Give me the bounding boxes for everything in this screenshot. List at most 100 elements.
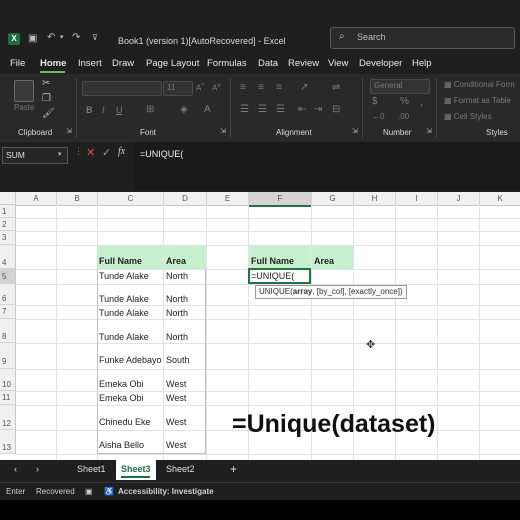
output-header-full-name[interactable]: Full Name	[249, 246, 311, 269]
copy-icon[interactable]: ❐	[42, 93, 51, 104]
conditional-formatting-button[interactable]: ▦ Conditional Form	[444, 80, 515, 89]
row-header-5[interactable]: 5	[0, 269, 16, 284]
column-header-k[interactable]: K	[480, 192, 520, 206]
table-cell-area[interactable]: North	[166, 294, 188, 304]
table-cell-area[interactable]: West	[166, 417, 186, 427]
table-cell-area[interactable]: West	[166, 379, 186, 389]
row-header-11[interactable]: 11	[0, 391, 16, 405]
formula-input[interactable]: =UNIQUE(	[133, 142, 520, 190]
top-align-icon[interactable]: ≡	[240, 82, 246, 93]
underline-icon[interactable]: U	[116, 105, 123, 115]
table-cell-area[interactable]: North	[166, 332, 188, 342]
undo-icon[interactable]: ↶	[47, 32, 55, 43]
worksheet-grid[interactable]: A B C D E F G H I J K 1 2 3 4 5 6 7 8 9 …	[0, 192, 520, 460]
outdent-icon[interactable]: ⇥	[314, 104, 322, 115]
decrease-font-icon[interactable]: Av	[212, 82, 221, 93]
tab-developer[interactable]: Developer	[359, 58, 402, 69]
fill-color-icon[interactable]: ◈	[180, 104, 188, 115]
table-cell-area[interactable]: North	[166, 308, 188, 318]
table-cell-area[interactable]: West	[166, 393, 186, 403]
accessibility-status[interactable]: Accessibility: Investigate	[118, 487, 214, 496]
table-header-full-name[interactable]: Full Name	[97, 246, 163, 269]
bottom-align-icon[interactable]: ≡	[276, 82, 282, 93]
select-all-corner[interactable]	[0, 192, 16, 205]
cell-styles-button[interactable]: ▦ Cell Styles	[444, 112, 492, 121]
column-header-e[interactable]: E	[207, 192, 249, 206]
number-format-select[interactable]: General	[370, 79, 430, 94]
row-header-7[interactable]: 7	[0, 305, 16, 319]
comma-style-icon[interactable]: ,	[420, 94, 423, 108]
undo-dropdown-icon[interactable]: ▾	[60, 33, 64, 41]
scroll-right-icon[interactable]: ›	[36, 464, 39, 474]
row-header-10[interactable]: 10	[0, 369, 16, 391]
table-cell-area[interactable]: North	[166, 271, 188, 281]
table-cell-name[interactable]: Aisha Bello	[99, 440, 144, 450]
row-header-12[interactable]: 12	[0, 405, 16, 430]
font-name-select[interactable]	[82, 81, 162, 96]
font-launcher-icon[interactable]: ⇲	[220, 127, 226, 135]
tab-page-layout[interactable]: Page Layout	[146, 58, 199, 69]
table-cell-name[interactable]: Emeka Obi	[99, 379, 144, 389]
tooltip-rest[interactable]: , [by_col], [exactly_once])	[312, 287, 402, 296]
row-header-6[interactable]: 6	[0, 284, 16, 305]
format-as-table-button[interactable]: ▦ Format as Table	[444, 96, 511, 105]
column-header-c[interactable]: C	[98, 192, 164, 206]
italic-icon[interactable]: I	[102, 105, 105, 115]
align-right-icon[interactable]: ☰	[276, 104, 285, 115]
row-header-1[interactable]: 1	[0, 205, 16, 218]
table-cell-name[interactable]: Chinedu Eke	[99, 417, 151, 427]
row-header-4[interactable]: 4	[0, 245, 16, 269]
row-header-8[interactable]: 8	[0, 319, 16, 343]
cancel-icon[interactable]: ✕	[86, 146, 95, 159]
scroll-left-icon[interactable]: ‹	[14, 464, 17, 474]
format-painter-icon[interactable]: 🖌	[42, 108, 55, 119]
number-launcher-icon[interactable]: ⇲	[426, 127, 432, 135]
tab-review[interactable]: Review	[288, 58, 319, 69]
row-header-2[interactable]: 2	[0, 218, 16, 231]
decrease-decimal-icon[interactable]: .00	[398, 112, 409, 121]
column-header-a[interactable]: A	[16, 192, 57, 206]
table-cell-name[interactable]: Emeka Obi	[99, 393, 144, 403]
paste-icon[interactable]	[14, 80, 34, 102]
alignment-launcher-icon[interactable]: ⇲	[352, 127, 358, 135]
row-header-3[interactable]: 3	[0, 231, 16, 245]
tab-help[interactable]: Help	[412, 58, 432, 69]
sheet-tab-sheet3[interactable]: Sheet3	[121, 464, 151, 474]
table-header-area[interactable]: Area	[164, 246, 206, 269]
table-cell-name[interactable]: Tunde Alake	[99, 294, 149, 304]
tab-data[interactable]: Data	[258, 58, 278, 69]
add-sheet-icon[interactable]: +	[230, 462, 237, 476]
wrap-text-icon[interactable]: ⇌	[332, 82, 340, 93]
column-header-g[interactable]: G	[312, 192, 354, 206]
column-header-b[interactable]: B	[57, 192, 98, 206]
increase-decimal-icon[interactable]: ←0	[372, 112, 384, 121]
currency-icon[interactable]: $	[372, 96, 378, 107]
column-header-j[interactable]: J	[438, 192, 480, 206]
borders-icon[interactable]: ⊞	[146, 104, 154, 115]
table-cell-area[interactable]: South	[166, 355, 190, 365]
table-cell-area[interactable]: West	[166, 440, 186, 450]
font-color-icon[interactable]: A	[204, 104, 211, 115]
indent-icon[interactable]: ⇤	[298, 104, 306, 115]
font-size-select[interactable]: 11	[163, 81, 193, 96]
column-header-h[interactable]: H	[354, 192, 396, 206]
active-cell[interactable]: =UNIQUE(	[248, 268, 311, 284]
clipboard-launcher-icon[interactable]: ⇲	[66, 127, 72, 135]
middle-align-icon[interactable]: ≡	[258, 82, 264, 93]
enter-icon[interactable]: ✓	[102, 146, 111, 159]
tooltip-arg-array[interactable]: array	[293, 287, 313, 296]
orientation-icon[interactable]: ↗	[300, 82, 308, 93]
table-cell-name[interactable]: Tunde Alake	[99, 308, 149, 318]
table-cell-name[interactable]: Tunde Alake	[99, 271, 149, 281]
redo-icon[interactable]: ↷	[72, 32, 80, 43]
insert-function-icon[interactable]: fx	[118, 146, 125, 157]
output-header-area[interactable]: Area	[312, 246, 353, 269]
row-header-9[interactable]: 9	[0, 343, 16, 369]
name-box[interactable]: SUM ▾	[2, 147, 68, 164]
customize-qat-icon[interactable]: ⊽	[92, 33, 98, 42]
tooltip-function[interactable]: UNIQUE(	[259, 287, 293, 296]
row-header-13[interactable]: 13	[0, 430, 16, 454]
save-icon[interactable]: ▣	[28, 33, 37, 44]
column-header-i[interactable]: I	[396, 192, 438, 206]
cut-icon[interactable]: ✂	[42, 78, 50, 89]
